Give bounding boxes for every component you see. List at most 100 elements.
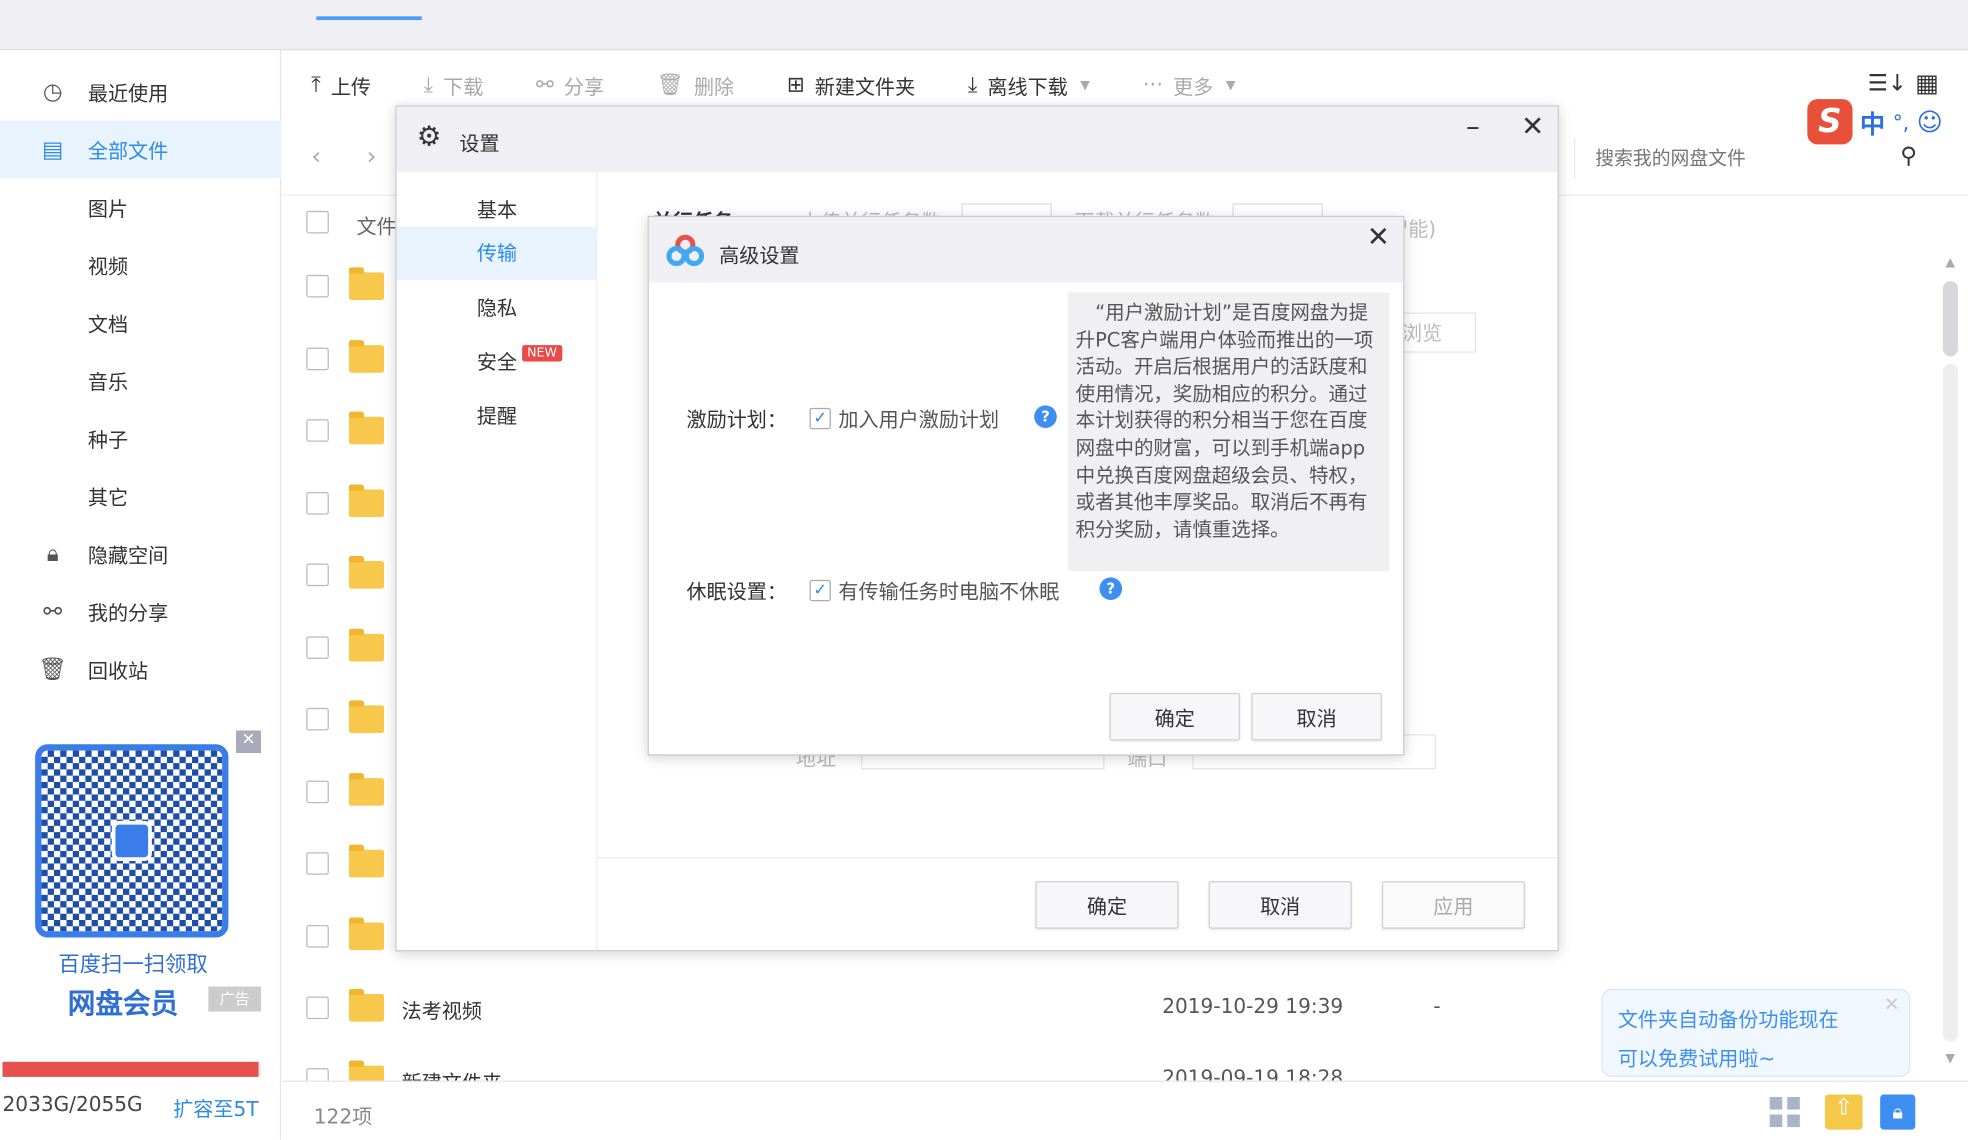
row-checkbox[interactable]	[306, 852, 329, 875]
settings-tab-transfer[interactable]: 传输	[396, 227, 598, 280]
row-checkbox[interactable]	[306, 780, 329, 803]
storage-usage: 2033G/2055G	[2, 1091, 143, 1116]
folder-icon	[348, 483, 385, 517]
title-bar	[0, 0, 1968, 51]
expand-storage-link[interactable]: 扩容至5T	[173, 1092, 258, 1122]
column-name[interactable]: 文件	[356, 210, 396, 240]
settings-apply-button[interactable]: 应用	[1381, 881, 1525, 929]
sort-icon[interactable]: ☰↓	[1868, 70, 1907, 96]
settings-nav: 基本 传输 隐私 安全 NEW 提醒	[396, 171, 598, 951]
file-date: 2019-10-29 19:39	[1162, 994, 1344, 1018]
lock-icon: 🔒︎	[46, 540, 59, 567]
incentive-tooltip: “用户激励计划”是百度网盘为提升PC客户端用户体验而推出的一项活动。开启后根据用…	[1068, 292, 1390, 572]
sidebar-item-images[interactable]: 图片	[0, 178, 281, 236]
share-button[interactable]: ⚯ 分享	[536, 70, 604, 100]
trash-icon: 🗑︎	[656, 72, 684, 98]
checkbox-checked-icon[interactable]: ✓	[809, 579, 831, 601]
folder-icon	[348, 916, 385, 950]
sidebar-item-hidden-space[interactable]: 🔒︎ 隐藏空间	[0, 525, 281, 583]
sidebar-item-torrents[interactable]: 种子	[0, 409, 281, 467]
grid-view-icon[interactable]: ▦	[1915, 68, 1939, 98]
ad-badge: 广告	[208, 986, 262, 1012]
download-icon: ⤓	[423, 72, 434, 98]
download-icon: ⤓	[967, 72, 978, 98]
ime-mode[interactable]: 中	[1860, 104, 1885, 140]
advanced-cancel-button[interactable]: 取消	[1251, 692, 1382, 741]
new-badge: NEW	[522, 345, 562, 362]
lock-icon[interactable]: 🔒︎	[1880, 1094, 1916, 1130]
upload-button[interactable]: ⤒ 上传	[311, 70, 371, 100]
apps-icon[interactable]	[1769, 1096, 1800, 1128]
upload-icon: ⤒	[311, 72, 321, 98]
close-ad-icon[interactable]: ✕	[235, 730, 262, 754]
search-icon[interactable]: ⚲	[1900, 143, 1917, 169]
folder-icon	[348, 844, 385, 878]
trash-icon: 🗑︎	[38, 655, 68, 683]
scrollbar[interactable]: ▲ ▼	[1942, 251, 1961, 1067]
ime-toolbar[interactable]: S 中 °, ☺	[1807, 98, 1968, 146]
settings-ok-button[interactable]: 确定	[1035, 881, 1179, 929]
folder-icon	[348, 1060, 385, 1081]
settings-tab-reminder[interactable]: 提醒	[397, 390, 598, 443]
checkbox-checked-icon[interactable]: ✓	[809, 407, 831, 429]
advanced-ok-button[interactable]: 确定	[1109, 692, 1241, 741]
active-tab-indicator	[316, 16, 422, 21]
offline-download-button[interactable]: ⤓ 离线下载	[968, 70, 1068, 100]
row-checkbox[interactable]	[306, 707, 329, 731]
select-all-checkbox[interactable]	[306, 210, 329, 234]
incentive-checkbox[interactable]: ✓ 加入用户激励计划	[809, 403, 999, 433]
help-icon[interactable]: ?	[1099, 577, 1123, 600]
folder-icon	[348, 556, 385, 589]
folder-backup-icon[interactable]: ⇧	[1824, 1094, 1863, 1130]
sidebar-item-recent[interactable]: ◷ 最近使用	[0, 63, 281, 121]
ad-text-line2[interactable]: 网盘会员	[68, 981, 178, 1021]
close-icon[interactable]: ✕	[1367, 222, 1390, 253]
help-icon[interactable]: ?	[1034, 405, 1057, 428]
row-checkbox[interactable]	[306, 491, 329, 514]
file-name[interactable]: 新建文件夹	[402, 1066, 502, 1081]
sidebar: ◷ 最近使用 ▤ 全部文件 图片 视频 文档 音乐 种子 其它 🔒︎ 隐藏空间 ⚯ 我的…	[0, 50, 282, 1140]
chevron-down-icon[interactable]: ▼	[1226, 78, 1236, 92]
clock-icon: ◷	[42, 78, 63, 105]
settings-tab-privacy[interactable]: 隐私	[397, 282, 598, 335]
ime-punct[interactable]: °,	[1893, 110, 1909, 134]
row-checkbox[interactable]	[306, 924, 329, 947]
delete-button[interactable]: 🗑︎ 删除	[657, 70, 734, 100]
row-checkbox[interactable]	[306, 274, 329, 298]
ad-text-line1[interactable]: 百度扫一扫领取	[0, 946, 266, 978]
emoji-icon[interactable]: ☺	[1917, 107, 1943, 137]
chevron-down-icon[interactable]: ▼	[1080, 78, 1090, 92]
scrollbar-thumb[interactable]	[1942, 281, 1958, 357]
row-checkbox[interactable]	[306, 996, 329, 1020]
row-checkbox[interactable]	[306, 635, 329, 659]
download-button[interactable]: ⤓ 下载	[424, 70, 484, 100]
close-icon[interactable]: ✕	[1884, 993, 1900, 1016]
close-icon[interactable]: ✕	[1521, 112, 1544, 143]
forward-icon[interactable]: ›	[366, 141, 376, 171]
file-date: 2019-09-19 18:28	[1162, 1065, 1344, 1081]
row-checkbox[interactable]	[306, 347, 329, 370]
sidebar-item-other[interactable]: 其它	[0, 467, 281, 525]
file-name[interactable]: 法考视频	[402, 994, 482, 1024]
no-sleep-checkbox[interactable]: ✓ 有传输任务时电脑不休眠	[809, 575, 1059, 605]
sidebar-item-docs[interactable]: 文档	[0, 294, 281, 352]
row-checkbox[interactable]	[306, 419, 329, 442]
sidebar-item-videos[interactable]: 视频	[0, 236, 281, 294]
folder-icon	[348, 411, 385, 445]
new-folder-button[interactable]: ⊞ 新建文件夹	[787, 70, 915, 100]
sidebar-item-all-files[interactable]: ▤ 全部文件	[0, 120, 282, 179]
sogou-logo-icon: S	[1807, 99, 1853, 145]
advanced-settings-dialog: 高级设置 ✕ 激励计划： ✓ 加入用户激励计划 ? “用户激励计划”是百度网盘为提…	[647, 215, 1405, 756]
sidebar-item-my-share[interactable]: ⚯ 我的分享	[0, 582, 281, 640]
row-checkbox[interactable]	[306, 563, 329, 587]
sidebar-item-music[interactable]: 音乐	[0, 351, 281, 409]
back-icon[interactable]: ‹	[311, 141, 321, 171]
settings-tab-security[interactable]: 安全	[397, 336, 598, 389]
row-checkbox[interactable]	[306, 1068, 329, 1081]
folder-icon	[348, 772, 385, 806]
more-button[interactable]: ··· 更多	[1143, 70, 1214, 100]
sidebar-item-recycle-bin[interactable]: 🗑︎ 回收站	[0, 640, 281, 698]
qr-code-ad[interactable]	[35, 744, 229, 938]
minimize-icon[interactable]: –	[1466, 112, 1480, 143]
settings-cancel-button[interactable]: 取消	[1208, 881, 1352, 929]
